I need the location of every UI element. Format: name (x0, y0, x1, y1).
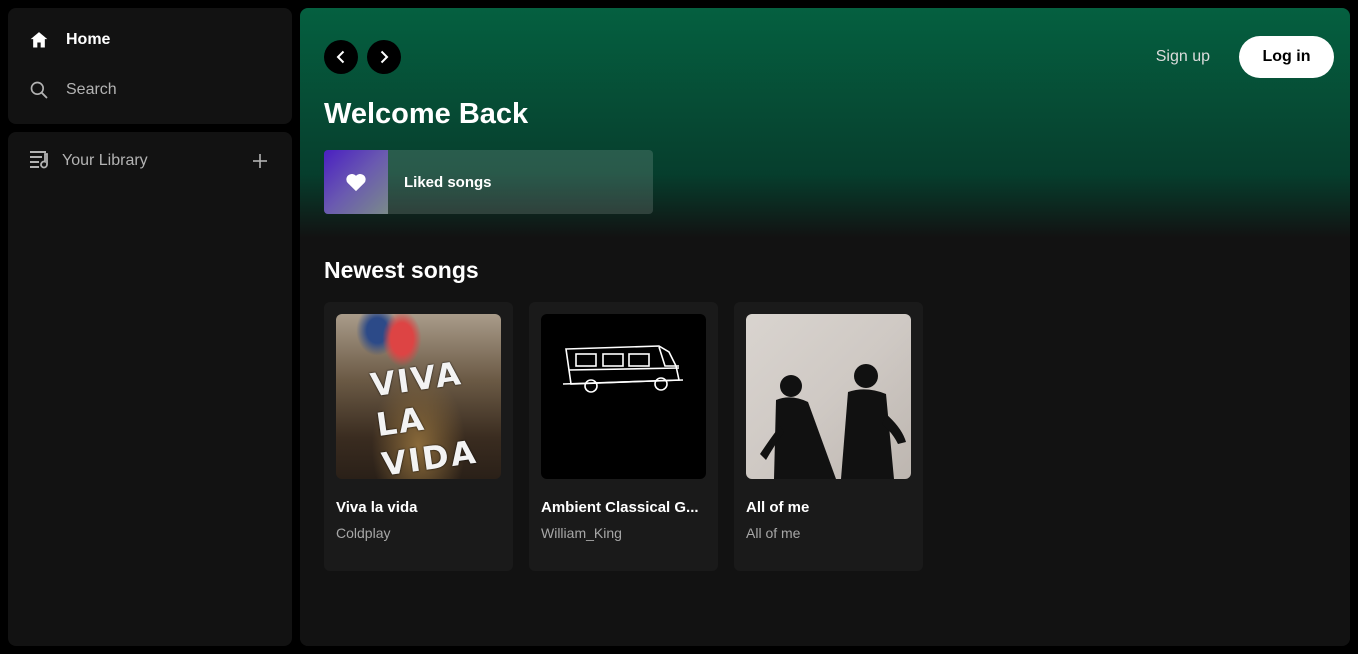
main-content: Sign up Log in Welcome Back Liked songs … (300, 8, 1350, 646)
sidebar-item-label: Search (66, 81, 117, 98)
chevron-left-icon (336, 50, 345, 64)
album-cover (541, 314, 706, 479)
forward-button[interactable] (367, 40, 401, 74)
song-title: All of me (746, 499, 810, 516)
plus-icon (253, 154, 267, 168)
add-playlist-button[interactable] (248, 149, 272, 173)
album-cover-text: VIVA LA VIDA (368, 354, 480, 479)
song-card[interactable]: VIVA LA VIDA Viva la vida Coldplay (324, 302, 513, 571)
library-panel: Your Library (8, 132, 292, 646)
sidebar-item-label: Home (66, 31, 111, 48)
liked-songs-tile[interactable]: Liked songs (324, 150, 653, 214)
page-title: Welcome Back (324, 98, 529, 130)
song-cards: VIVA LA VIDA Viva la vida Coldplay Ambie… (324, 302, 923, 571)
song-title: Ambient Classical G... (541, 499, 699, 516)
song-card[interactable]: Ambient Classical G... William_King (529, 302, 718, 571)
liked-songs-thumb (324, 150, 388, 214)
sidebar-nav: Home Search (8, 8, 292, 124)
sidebar-item-home[interactable]: Home (28, 28, 110, 52)
search-icon (28, 79, 50, 101)
app-root: Home Search Your Library Sign up Log in … (0, 0, 1358, 654)
album-cover (746, 314, 911, 479)
song-card[interactable]: All of me All of me (734, 302, 923, 571)
library-label: Your Library (62, 152, 148, 169)
sidebar-item-search[interactable]: Search (28, 78, 117, 102)
library-button[interactable]: Your Library (28, 149, 148, 173)
song-artist: All of me (746, 525, 801, 541)
login-button[interactable]: Log in (1239, 36, 1334, 78)
signup-button[interactable]: Sign up (1156, 46, 1210, 68)
album-cover: VIVA LA VIDA (336, 314, 501, 479)
truck-illustration (562, 345, 684, 393)
chevron-right-icon (380, 50, 389, 64)
section-title: Newest songs (324, 257, 479, 283)
back-button[interactable] (324, 40, 358, 74)
song-title: Viva la vida (336, 499, 418, 516)
artists-photo (760, 364, 906, 479)
song-artist: Coldplay (336, 525, 391, 541)
heart-icon (346, 173, 366, 192)
home-icon (28, 29, 50, 51)
song-artist: William_King (541, 525, 622, 541)
library-icon (28, 148, 52, 175)
liked-songs-label: Liked songs (404, 173, 492, 191)
